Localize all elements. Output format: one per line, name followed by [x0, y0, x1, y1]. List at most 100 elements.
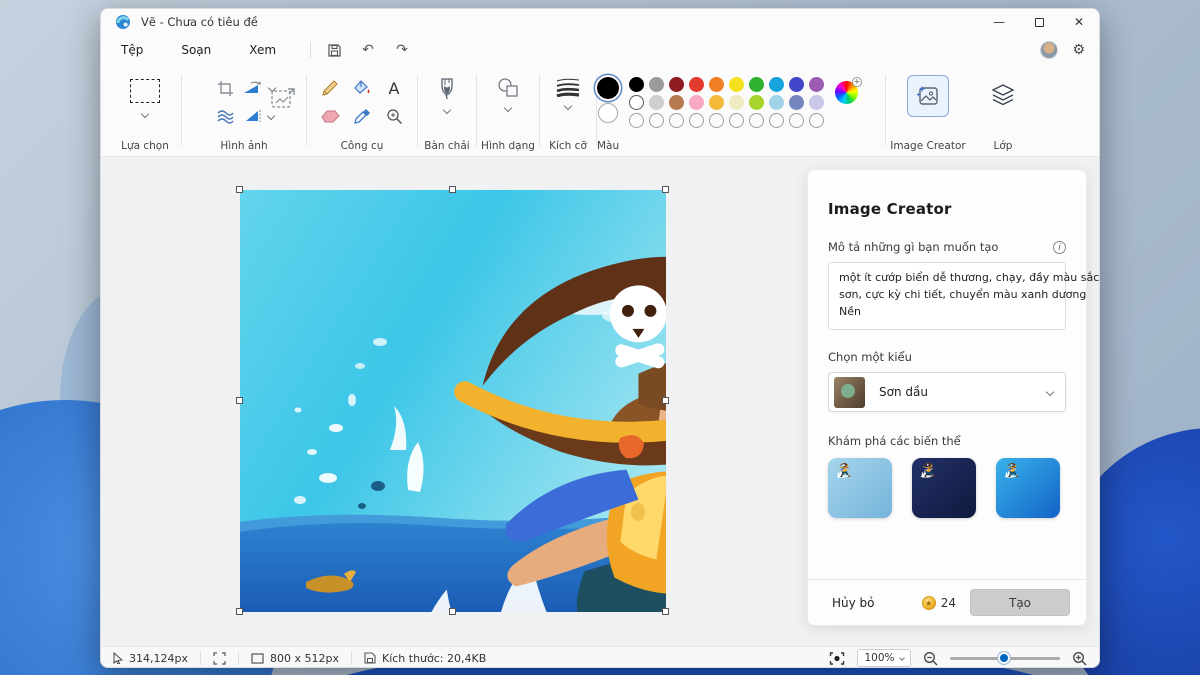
resize-handle[interactable]: [236, 608, 243, 615]
zoom-slider-thumb[interactable]: [998, 652, 1010, 664]
zoom-slider[interactable]: [950, 652, 1060, 664]
zoom-in-icon[interactable]: [1072, 651, 1087, 666]
color-swatch[interactable]: [689, 77, 704, 92]
zoom-out-icon[interactable]: [923, 651, 938, 666]
chevron-down-icon[interactable]: [564, 102, 572, 110]
menu-edit[interactable]: Soạn: [175, 40, 217, 60]
color-swatch[interactable]: [749, 95, 764, 110]
stroke-size-icon[interactable]: [555, 77, 581, 97]
canvas-image[interactable]: [240, 190, 666, 612]
color-swatch[interactable]: [769, 95, 784, 110]
color-swatch[interactable]: [809, 77, 824, 92]
resize-handle[interactable]: [449, 186, 456, 193]
variant-2[interactable]: [912, 458, 976, 518]
resize-handle[interactable]: [236, 397, 243, 404]
empty-color-slot[interactable]: [649, 113, 664, 128]
variant-3[interactable]: [996, 458, 1060, 518]
variant-1[interactable]: [828, 458, 892, 518]
chevron-down-icon[interactable]: [443, 106, 451, 114]
chevron-down-icon[interactable]: [504, 104, 512, 112]
background-color-swatch[interactable]: [598, 103, 618, 123]
free-select-icon[interactable]: [212, 103, 238, 129]
foreground-color-swatch[interactable]: [597, 77, 619, 99]
image-creator-group[interactable]: Image Creator: [886, 65, 970, 156]
undo-button[interactable]: ↶: [355, 39, 381, 61]
color-picker-icon[interactable]: [347, 103, 377, 129]
resize-handle[interactable]: [662, 608, 669, 615]
eraser-icon[interactable]: [315, 103, 345, 129]
empty-color-slot[interactable]: [809, 113, 824, 128]
color-swatch[interactable]: [649, 95, 664, 110]
color-swatch[interactable]: [689, 95, 704, 110]
color-swatch[interactable]: [749, 77, 764, 92]
resize-handle[interactable]: [662, 397, 669, 404]
info-icon[interactable]: i: [1053, 241, 1066, 254]
color-swatch[interactable]: [709, 77, 724, 92]
canvas-area[interactable]: Image Creator Mô tả những gì bạn muốn tạ…: [101, 157, 1099, 646]
credits-count: 24: [941, 596, 956, 610]
color-swatch[interactable]: [629, 95, 644, 110]
cancel-button[interactable]: Hủy bỏ: [832, 596, 875, 610]
create-button[interactable]: Tạo: [970, 589, 1070, 616]
brushes-group-label: Bàn chải: [424, 140, 469, 152]
empty-color-slot[interactable]: [689, 113, 704, 128]
color-swatch[interactable]: [709, 95, 724, 110]
fill-bucket-icon[interactable]: [347, 75, 377, 101]
shapes-icon[interactable]: [496, 77, 520, 99]
style-dropdown[interactable]: Sơn dầu: [828, 372, 1066, 412]
empty-color-slot[interactable]: [769, 113, 784, 128]
fit-to-screen-icon[interactable]: [829, 652, 845, 665]
color-swatch[interactable]: [789, 95, 804, 110]
zoom-dropdown[interactable]: 100%: [857, 649, 911, 667]
close-button[interactable]: ✕: [1059, 9, 1099, 35]
empty-color-slot[interactable]: [729, 113, 744, 128]
rectangle-select-icon[interactable]: [130, 79, 160, 103]
resize-handle[interactable]: [449, 608, 456, 615]
empty-color-slot[interactable]: [669, 113, 684, 128]
selection-tool-group[interactable]: Lựa chọn: [109, 65, 181, 156]
brushes-group[interactable]: Bàn chải: [418, 65, 476, 156]
chevron-down-icon[interactable]: [141, 110, 149, 118]
color-swatch[interactable]: [789, 77, 804, 92]
pencil-icon[interactable]: [315, 75, 345, 101]
size-group[interactable]: Kích cỡ: [540, 65, 596, 156]
menu-file[interactable]: Tệp: [115, 40, 149, 60]
magnifier-icon[interactable]: [379, 103, 409, 129]
empty-color-slot[interactable]: [789, 113, 804, 128]
edit-colors-button[interactable]: +: [835, 81, 858, 104]
colors-group: + Màu: [597, 65, 885, 156]
layers-group[interactable]: Lớp: [970, 65, 1036, 156]
color-swatch[interactable]: [809, 95, 824, 110]
empty-color-slot[interactable]: [749, 113, 764, 128]
minimize-button[interactable]: —: [979, 9, 1019, 35]
chevron-down-icon[interactable]: [267, 112, 275, 120]
save-button[interactable]: [321, 39, 347, 61]
resize-icon[interactable]: [270, 87, 296, 111]
account-avatar[interactable]: [1040, 41, 1058, 59]
cursor-icon: [113, 652, 123, 664]
brush-icon[interactable]: [438, 77, 456, 101]
redo-button[interactable]: ↷: [389, 39, 415, 61]
shapes-group[interactable]: Hình dạng: [477, 65, 539, 156]
color-swatch[interactable]: [669, 77, 684, 92]
menu-view[interactable]: Xem: [243, 40, 282, 60]
prompt-textarea[interactable]: một ít cướp biển dễ thương, chạy, đầy mà…: [828, 262, 1066, 330]
crop-icon[interactable]: [212, 75, 238, 101]
resize-handle[interactable]: [662, 186, 669, 193]
settings-gear-icon[interactable]: ⚙: [1072, 42, 1085, 58]
color-swatch[interactable]: [729, 95, 744, 110]
empty-color-slot[interactable]: [629, 113, 644, 128]
color-swatch[interactable]: [769, 77, 784, 92]
image-creator-button[interactable]: [907, 75, 949, 117]
color-swatch[interactable]: [729, 77, 744, 92]
color-swatch[interactable]: [629, 77, 644, 92]
resize-handle[interactable]: [236, 186, 243, 193]
plus-icon: +: [852, 77, 862, 87]
color-swatch[interactable]: [669, 95, 684, 110]
empty-color-slot[interactable]: [709, 113, 724, 128]
menubar: Tệp Soạn Xem ↶ ↷ ⚙: [101, 35, 1099, 65]
layers-icon[interactable]: [990, 83, 1016, 107]
text-tool-icon[interactable]: A: [379, 75, 409, 101]
maximize-button[interactable]: [1019, 9, 1059, 35]
color-swatch[interactable]: [649, 77, 664, 92]
